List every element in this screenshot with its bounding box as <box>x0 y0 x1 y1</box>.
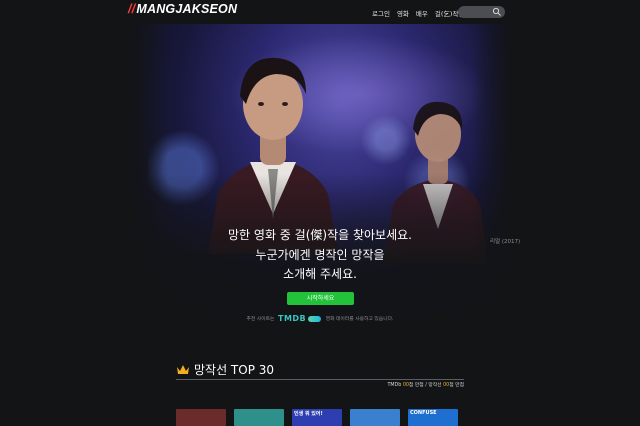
poster-5-caption: CONFUSE <box>410 410 437 416</box>
hero-banner <box>128 24 512 334</box>
section-divider <box>176 379 464 380</box>
logo-slashes: // <box>128 2 136 16</box>
nav-movies[interactable]: 영화 <box>397 8 409 18</box>
poster-1[interactable] <box>176 409 226 426</box>
hero-headline: 망한 영화 중 걸(傑)작을 찾아보세요. 누군가에겐 명작인 망작을 소개해 … <box>200 226 440 285</box>
crown-icon <box>177 365 189 374</box>
hero-headline-line-1: 망한 영화 중 걸(傑)작을 찾아보세요. <box>228 228 412 242</box>
poster-3[interactable]: 인생 뭐 있어! <box>292 409 342 426</box>
tmdb-attribution: 추천 사이트는 TMDB 영화 데이터를 사용하고 있습니다. <box>200 314 440 323</box>
poster-2[interactable] <box>234 409 284 426</box>
hero-headline-line-3: 소개해 주세요. <box>283 267 357 281</box>
nav-login[interactable]: 로그인 <box>372 8 390 18</box>
tmdb-text-before: 추천 사이트는 <box>246 317 275 322</box>
poster-5[interactable]: CONFUSE <box>408 409 458 426</box>
site-logo[interactable]: //MANGJAKSEON <box>128 2 237 16</box>
top-header: //MANGJAKSEON 로그인 영화 배우 걸(乞)작선 <box>0 0 640 24</box>
section-stats: TMDb 00점 만점 / 망작선 00점 만점 <box>372 381 464 388</box>
poster-3-caption: 인생 뭐 있어! <box>294 411 323 417</box>
stats-mid: 점 만점 / 망작선 <box>408 383 442 388</box>
hero-edge-left <box>128 24 168 334</box>
section-title-text: 망작선 TOP 30 <box>194 363 275 377</box>
tmdb-text-after: 영화 데이터를 사용하고 있습니다. <box>325 317 394 322</box>
section-title: 망작선 TOP 30 <box>176 361 274 378</box>
tmdb-logo-pill <box>308 315 322 322</box>
nav-actors[interactable]: 배우 <box>416 8 428 18</box>
poster-4[interactable] <box>350 409 400 426</box>
hero-edge-right <box>472 24 512 334</box>
stats-prefix: TMDb <box>387 383 402 388</box>
logo-text: MANGJAKSEON <box>136 2 238 16</box>
hero-headline-line-2: 누군가에겐 명작인 망작을 <box>255 247 385 262</box>
start-button[interactable]: 시작하세요 <box>287 292 354 305</box>
hero-credit: 리얼 (2017) <box>490 239 521 245</box>
search-icon[interactable] <box>492 7 502 17</box>
stats-suffix: 점 만점 <box>449 383 464 388</box>
tmdb-logo[interactable]: TMDB <box>278 314 306 323</box>
search-input[interactable] <box>458 6 505 18</box>
main-nav: 로그인 영화 배우 걸(乞)작선 <box>372 8 464 18</box>
